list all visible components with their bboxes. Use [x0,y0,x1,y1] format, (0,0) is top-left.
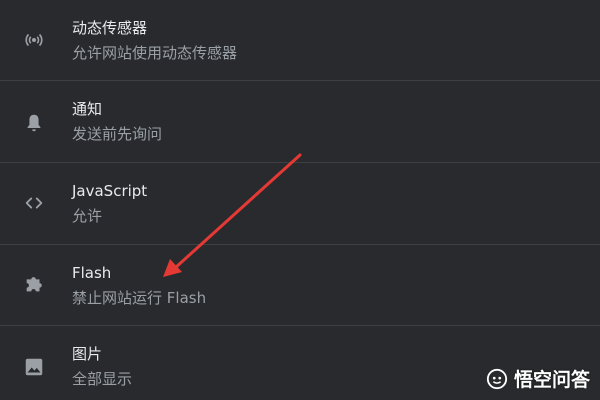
settings-item-subtitle: 允许 [72,207,103,225]
settings-item-flash[interactable]: Flash 禁止网站运行 Flash [0,245,600,325]
settings-item-title: 通知 [72,100,103,118]
puzzle-icon [22,272,46,296]
site-settings-page: 动态传感器 允许网站使用动态传感器 通知 发送前先询问 JavaScript 允… [0,0,600,400]
watermark-logo-icon [486,368,508,389]
watermark: 悟空问答 [486,365,590,392]
settings-item-subtitle: 允许网站使用动态传感器 [72,44,238,62]
bell-icon [22,111,46,135]
watermark-text: 悟空问答 [513,369,590,391]
image-icon [22,355,46,379]
settings-item-title: 动态传感器 [72,19,148,37]
settings-item-title: Flash [72,264,112,282]
sensors-icon [22,28,46,52]
settings-item-subtitle: 全部显示 [72,370,133,388]
settings-item-notifications[interactable]: 通知 发送前先询问 [0,81,600,161]
settings-item-subtitle: 发送前先询问 [72,125,163,143]
settings-item-title: JavaScript [72,182,148,200]
code-icon [22,191,46,215]
settings-item-motion-sensors[interactable]: 动态传感器 允许网站使用动态传感器 [0,0,600,80]
settings-item-title: 图片 [72,345,103,363]
settings-item-subtitle: 禁止网站运行 Flash [72,289,207,307]
settings-item-javascript[interactable]: JavaScript 允许 [0,163,600,243]
